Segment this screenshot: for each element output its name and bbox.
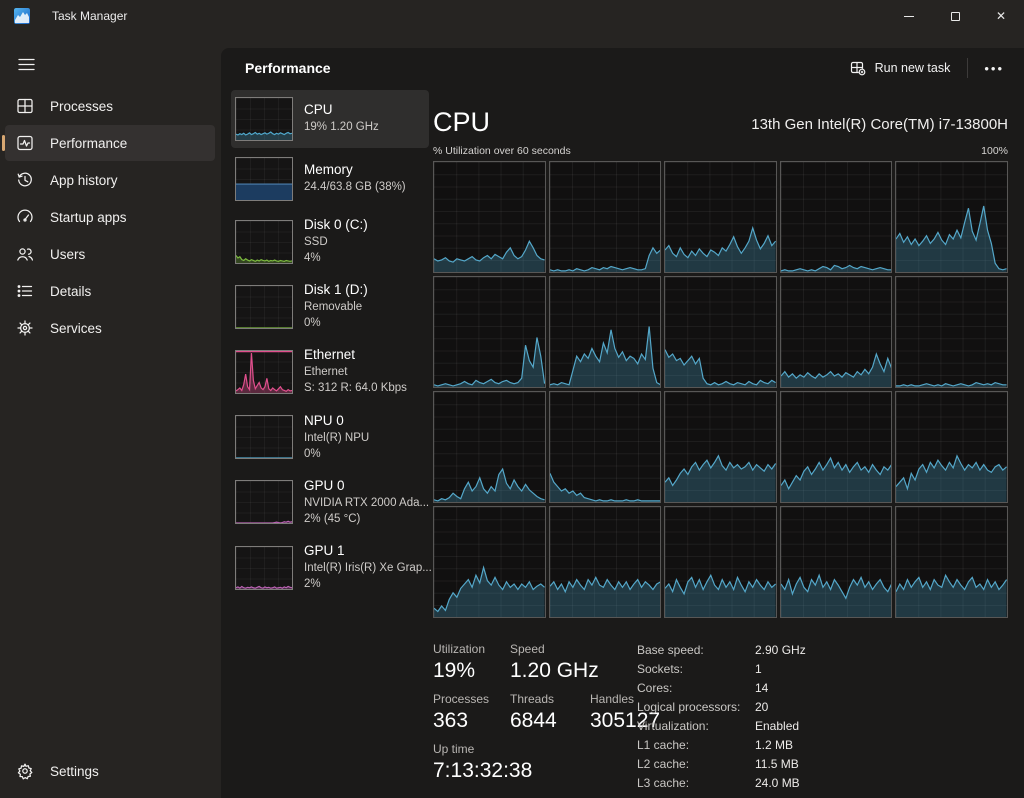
main-panel: Performance Run new task ••• CPU 19% xyxy=(221,48,1024,798)
details-icon xyxy=(16,282,34,300)
sidebar-item-startup-apps[interactable]: Startup apps xyxy=(5,199,215,235)
gpu0-mini-graph xyxy=(235,480,293,524)
sidebar-item-processes[interactable]: Processes xyxy=(5,88,215,124)
cpu-core-graph-18[interactable] xyxy=(780,506,893,618)
menu-toggle-button[interactable] xyxy=(6,46,46,82)
cpu-core-graph-3[interactable] xyxy=(780,161,893,273)
cpu-core-graph-2[interactable] xyxy=(664,161,777,273)
cpu-core-graph-5[interactable] xyxy=(433,276,546,388)
sidebar: Processes Performance App history Startu… xyxy=(0,32,221,798)
run-new-task-icon xyxy=(850,60,866,76)
cpu-core-graph-15[interactable] xyxy=(433,506,546,618)
cpu-spec-details: Base speed:2.90 GHz Sockets:1 Cores:14 L… xyxy=(637,642,1008,795)
cpu-core-graph-13[interactable] xyxy=(780,391,893,503)
run-new-task-button[interactable]: Run new task xyxy=(839,54,962,82)
utilization-value: 19% xyxy=(433,659,510,683)
minimize-button[interactable] xyxy=(886,0,932,32)
perf-item-npu0[interactable]: NPU 0 Intel(R) NPU 0% xyxy=(231,406,429,469)
graph-axis-label: % Utilization over 60 seconds xyxy=(433,145,571,157)
cpu-core-graph-19[interactable] xyxy=(895,506,1008,618)
more-options-button[interactable]: ••• xyxy=(974,57,1014,80)
memory-mini-graph xyxy=(235,157,293,201)
npu-mini-graph xyxy=(235,415,293,459)
cpu-core-graph-7[interactable] xyxy=(664,276,777,388)
startup-apps-icon xyxy=(16,208,34,226)
cpu-detail-region: CPU 13th Gen Intel(R) Core(TM) i7-13800H… xyxy=(433,92,1008,798)
cpu-core-graph-0[interactable] xyxy=(433,161,546,273)
logical-processors-grid xyxy=(433,161,1008,618)
titlebar: Task Manager ✕ xyxy=(0,0,1024,32)
ethernet-mini-graph xyxy=(235,350,293,394)
uptime-value: 7:13:32:38 xyxy=(433,759,637,783)
sidebar-item-details[interactable]: Details xyxy=(5,273,215,309)
close-button[interactable]: ✕ xyxy=(978,0,1024,32)
cpu-mini-graph xyxy=(235,97,293,141)
threads-value: 6844 xyxy=(510,709,590,733)
task-manager-app-icon xyxy=(14,8,30,24)
perf-item-ethernet[interactable]: Ethernet Ethernet S: 312 R: 64.0 Kbps xyxy=(231,340,429,403)
page-title: Performance xyxy=(245,60,331,76)
cpu-core-graph-1[interactable] xyxy=(549,161,662,273)
cpu-core-graph-8[interactable] xyxy=(780,276,893,388)
sidebar-item-settings[interactable]: Settings xyxy=(5,753,215,789)
cpu-section-title: CPU xyxy=(433,109,490,136)
cpu-stats: Utilization 19% Speed 1.20 GHz Processes… xyxy=(433,642,637,795)
cpu-processor-name: 13th Gen Intel(R) Core(TM) i7-13800H xyxy=(751,116,1008,136)
perf-item-disk0[interactable]: Disk 0 (C:) SSD 4% xyxy=(231,210,429,273)
cpu-core-graph-14[interactable] xyxy=(895,391,1008,503)
services-icon xyxy=(16,319,34,337)
sidebar-item-services[interactable]: Services xyxy=(5,310,215,346)
users-icon xyxy=(16,245,34,263)
perf-item-cpu[interactable]: CPU 19% 1.20 GHz xyxy=(231,90,429,148)
cpu-core-graph-4[interactable] xyxy=(895,161,1008,273)
gear-icon xyxy=(16,762,34,780)
sidebar-item-performance[interactable]: Performance xyxy=(5,125,215,161)
cpu-core-graph-12[interactable] xyxy=(664,391,777,503)
sidebar-item-app-history[interactable]: App history xyxy=(5,162,215,198)
sidebar-item-users[interactable]: Users xyxy=(5,236,215,272)
performance-list: CPU 19% 1.20 GHz Memory 24.4/63.8 GB (38… xyxy=(231,90,429,601)
perf-item-gpu1[interactable]: GPU 1 Intel(R) Iris(R) Xe Grap... 2% xyxy=(231,536,429,599)
app-history-icon xyxy=(16,171,34,189)
maximize-button[interactable] xyxy=(932,0,978,32)
speed-value: 1.20 GHz xyxy=(510,659,590,683)
hamburger-icon xyxy=(18,58,35,71)
performance-icon xyxy=(16,134,34,152)
minimize-icon xyxy=(904,16,914,17)
cpu-core-graph-16[interactable] xyxy=(549,506,662,618)
maximize-icon xyxy=(951,12,960,21)
perf-item-memory[interactable]: Memory 24.4/63.8 GB (38%) xyxy=(231,150,429,208)
disk1-mini-graph xyxy=(235,285,293,329)
processes-value: 363 xyxy=(433,709,510,733)
cpu-core-graph-17[interactable] xyxy=(664,506,777,618)
cpu-core-graph-11[interactable] xyxy=(549,391,662,503)
cpu-core-graph-6[interactable] xyxy=(549,276,662,388)
cpu-core-graph-10[interactable] xyxy=(433,391,546,503)
perf-item-disk1[interactable]: Disk 1 (D:) Removable 0% xyxy=(231,275,429,338)
perf-item-gpu0[interactable]: GPU 0 NVIDIA RTX 2000 Ada... 2% (45 °C) xyxy=(231,471,429,534)
close-icon: ✕ xyxy=(996,9,1006,23)
window-title: Task Manager xyxy=(52,9,127,23)
graph-max-label: 100% xyxy=(981,145,1008,157)
gpu1-mini-graph xyxy=(235,546,293,590)
header-divider xyxy=(967,58,968,78)
cpu-core-graph-9[interactable] xyxy=(895,276,1008,388)
processes-icon xyxy=(16,97,34,115)
disk0-mini-graph xyxy=(235,220,293,264)
